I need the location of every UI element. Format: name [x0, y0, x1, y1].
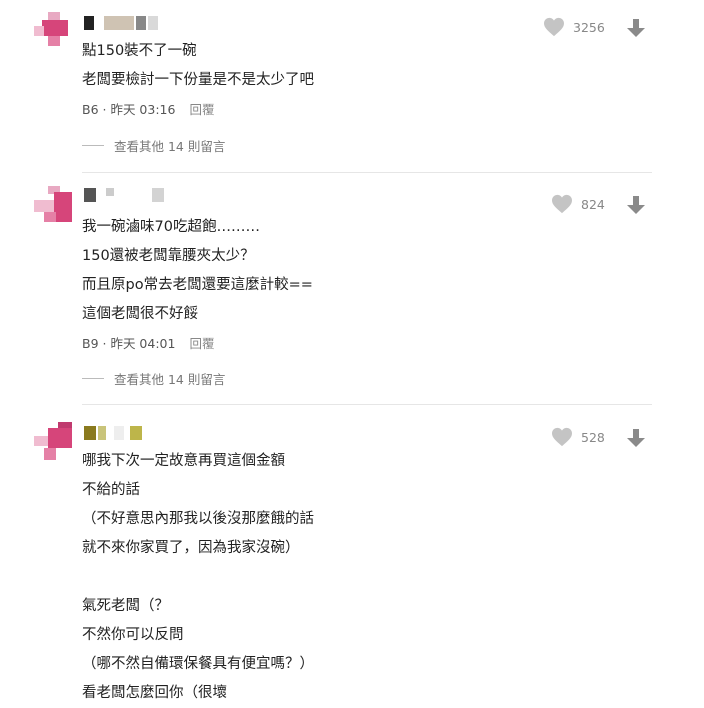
- downvote-arrow-icon[interactable]: [626, 428, 646, 448]
- downvote-arrow-icon[interactable]: [626, 195, 646, 215]
- floor-number: B6: [82, 102, 99, 117]
- floor-number: B9: [82, 336, 99, 351]
- avatar[interactable]: [34, 12, 74, 52]
- reply-link[interactable]: 回覆: [189, 102, 214, 117]
- view-more-replies[interactable]: 查看其他 14 則留言: [82, 369, 225, 388]
- heart-icon: [552, 427, 572, 447]
- divider-dash: [82, 378, 104, 379]
- like-count: 824: [581, 196, 605, 212]
- comment-body: 哪我下次一定故意再買這個金額 不給的話 （不好意思內那我以後沒那麼餓的話 就不來你家買…: [82, 453, 314, 701]
- comment-divider: [82, 404, 652, 405]
- reply-link[interactable]: 回覆: [189, 336, 214, 351]
- like-button[interactable]: 824: [551, 194, 605, 214]
- divider-dash: [82, 145, 104, 146]
- like-button[interactable]: 528: [551, 427, 605, 447]
- downvote-arrow-icon[interactable]: [626, 18, 646, 38]
- comment-divider: [82, 172, 652, 173]
- timestamp: 昨天 03:16: [110, 102, 176, 117]
- comment-meta: B9 · 昨天 04:01 回覆: [82, 336, 215, 351]
- like-count: 528: [581, 429, 605, 445]
- comment-meta: B6 · 昨天 03:16 回覆: [82, 102, 215, 117]
- heart-icon: [544, 17, 564, 37]
- avatar[interactable]: [34, 422, 74, 462]
- comment-body: 點150裝不了一碗 老闆要檢討一下份量是不是太少了吧: [82, 43, 314, 88]
- heart-icon: [552, 194, 572, 214]
- like-count: 3256: [573, 19, 605, 35]
- avatar[interactable]: [34, 186, 74, 226]
- comment-body: 我一碗滷味70吃超飽……… 150還被老闆靠腰夾太少？ 而且原po常去老闆還要這麼計…: [82, 219, 313, 322]
- timestamp: 昨天 04:01: [110, 336, 176, 351]
- view-more-replies[interactable]: 查看其他 14 則留言: [82, 136, 225, 155]
- like-button[interactable]: 3256: [543, 17, 605, 37]
